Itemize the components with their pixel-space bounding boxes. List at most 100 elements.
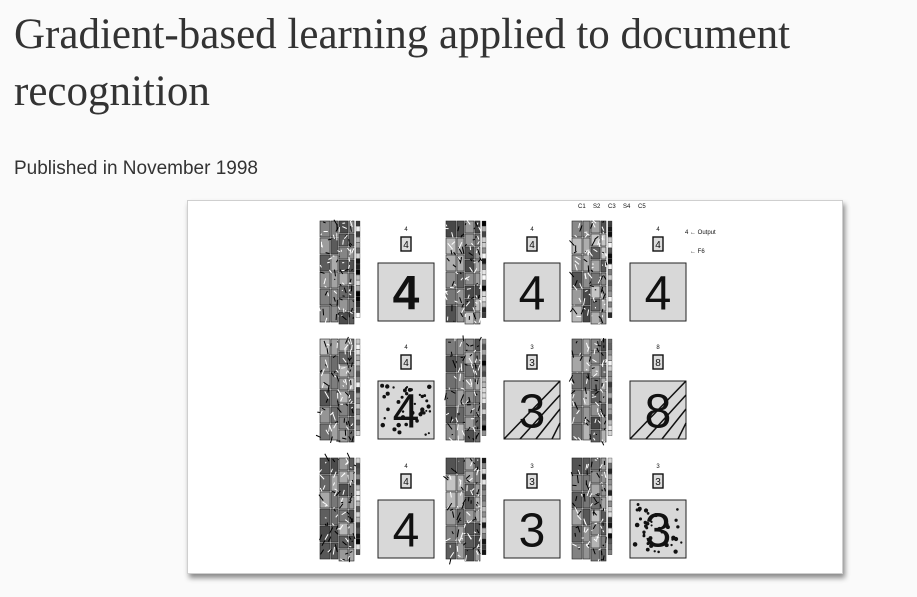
noise-dot: [420, 407, 425, 412]
c5-unit: [607, 220, 613, 227]
feature-stroke: [478, 545, 480, 548]
c5-unit: [607, 371, 613, 377]
feature-map: [445, 423, 457, 441]
c5-unit: [607, 301, 613, 308]
c5-unit: [355, 425, 361, 431]
noise-dot: [670, 543, 673, 547]
feature-map: [445, 271, 457, 289]
c5-unit: [355, 544, 361, 550]
feature-map: [330, 305, 339, 323]
f6-digit: 4: [529, 240, 535, 251]
c5-unit: [355, 382, 361, 388]
feature-map: [330, 457, 339, 475]
c5-unit: [481, 398, 487, 404]
c5-unit: [481, 511, 487, 518]
input-digit: 3: [519, 385, 546, 438]
feature-map: [338, 246, 349, 260]
c5-unit: [607, 419, 613, 426]
c5-unit: [355, 549, 361, 555]
c5-unit: [607, 387, 613, 393]
noise-dot: [638, 517, 643, 521]
c5-unit: [355, 355, 361, 361]
feature-map: [319, 355, 331, 373]
feature-map: [319, 288, 331, 306]
c5-unit: [607, 247, 613, 254]
layer-label-c1: C1: [578, 204, 586, 210]
c5-unit: [355, 226, 361, 232]
c5-unit: [481, 387, 487, 393]
c5-unit: [481, 479, 487, 485]
noise-dot: [645, 547, 650, 552]
noise-dot: [428, 410, 432, 413]
c5-unit: [355, 490, 361, 496]
feature-stroke: [583, 493, 586, 502]
layer-label-s2: S2: [593, 204, 601, 210]
c5-unit: [481, 301, 487, 308]
feature-map: [571, 525, 583, 543]
c5-unit: [481, 365, 487, 372]
c5-unit: [607, 307, 613, 313]
output-digit: 4: [530, 227, 534, 233]
feature-stroke: [351, 479, 354, 482]
c5-unit: [481, 312, 487, 318]
c5-unit: [481, 349, 487, 355]
c5-unit: [607, 484, 613, 491]
feature-map: [571, 423, 583, 441]
feature-map: [330, 372, 339, 390]
feature-stroke: [348, 239, 350, 242]
c5-unit: [607, 430, 613, 436]
c5-unit: [481, 253, 487, 259]
feature-stroke: [603, 238, 605, 240]
c5-unit: [355, 264, 361, 270]
c5-unit: [355, 360, 361, 366]
output-digit: 8: [656, 345, 660, 351]
c5-unit: [607, 528, 613, 534]
feature-stroke: [456, 424, 459, 431]
layer-label-c3: C3: [608, 204, 616, 210]
c5-unit: [607, 274, 613, 281]
c5-unit: [355, 296, 361, 302]
feature-map: [348, 403, 355, 417]
feature-map: [464, 298, 475, 312]
f6-digit: 4: [655, 240, 661, 251]
feature-stroke: [603, 508, 606, 512]
c5-unit: [355, 533, 361, 539]
c5-unit: [481, 264, 487, 270]
noise-dot: [418, 393, 421, 397]
feature-stroke: [353, 464, 357, 467]
feature-map: [464, 429, 475, 443]
noise-dot: [400, 395, 404, 399]
c5-unit: [607, 474, 613, 480]
noise-dot: [397, 430, 402, 435]
f6-digit: 8: [655, 358, 661, 369]
c5-unit: [481, 242, 487, 248]
feature-stroke: [594, 379, 599, 382]
c5-unit: [607, 479, 613, 485]
feature-map: [571, 288, 583, 306]
paper-title: Gradient-based learning applied to docum…: [14, 11, 791, 115]
feature-map: [590, 351, 601, 365]
feature-stroke: [467, 496, 470, 502]
feature-map: [330, 254, 339, 272]
noise-dot: [664, 522, 669, 527]
feature-map: [464, 535, 475, 549]
feature-map: [338, 403, 349, 417]
feature-map: [571, 491, 583, 509]
c5-unit: [355, 280, 361, 286]
feature-stroke: [601, 293, 603, 299]
feature-stroke: [322, 308, 325, 316]
feature-map: [338, 272, 349, 286]
c5-unit: [481, 474, 487, 480]
noise-dot: [671, 538, 674, 541]
c5-unit: [481, 258, 487, 264]
c5-unit: [481, 468, 487, 474]
output-digit: 4: [404, 464, 408, 470]
c5-unit: [481, 280, 487, 286]
feature-map: [600, 496, 607, 510]
c5-unit: [607, 463, 613, 469]
feature-map: [456, 271, 465, 289]
noise-dot: [649, 543, 654, 548]
feature-map: [464, 522, 475, 536]
feature-map: [590, 535, 601, 549]
f6-digit: 3: [529, 477, 535, 488]
